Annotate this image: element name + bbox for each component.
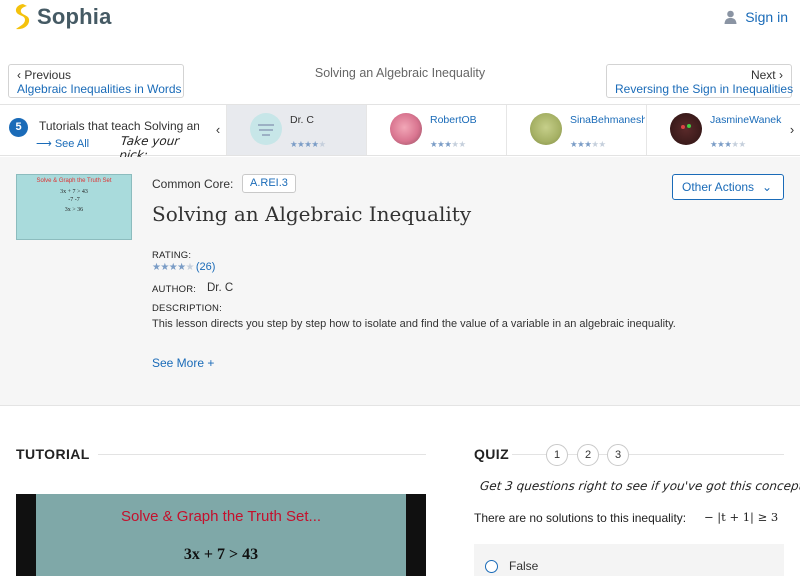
tutorials-text: Tutorials that teach Solving an Algebrai… <box>39 119 199 133</box>
lesson-title: Solving an Algebraic Inequality <box>152 202 472 226</box>
rating-count[interactable]: (26) <box>196 261 216 273</box>
quiz-question-1[interactable]: 1 <box>546 444 568 466</box>
sign-in-link[interactable]: Sign in <box>724 9 788 25</box>
chevron-right-icon: › <box>789 122 795 137</box>
see-all-label: See All <box>54 138 90 150</box>
rating-stars: ★★★★★ <box>152 261 194 273</box>
video-frame: Solve & Graph the Truth Set... 3x + 7 > … <box>36 494 406 576</box>
chevron-right-icon: › <box>779 68 783 82</box>
tutorial-card-jasminewanek[interactable]: JasmineWanek ★★★★★ <box>646 105 786 155</box>
thumbnail-equation-line: -7 -7 <box>68 197 80 203</box>
quiz-question-text: There are no solutions to this inequalit… <box>474 511 687 525</box>
video-equation: 3x + 7 > 43 <box>183 546 259 563</box>
tutorials-strip: 5 Tutorials that teach Solving an Algebr… <box>0 104 800 162</box>
thumbnail-equation-line: 3x > 36 <box>64 207 84 213</box>
next-tutorial-button[interactable]: Next › Reversing the Sign in Inequalitie… <box>606 64 793 98</box>
quiz-divider <box>512 454 546 455</box>
tutorial-divider <box>98 454 426 455</box>
previous-link[interactable]: Algebraic Inequalities in Words <box>17 82 182 96</box>
tutorial-heading: TUTORIAL <box>16 446 90 462</box>
common-core-badge[interactable]: A.REI.3 <box>242 174 296 193</box>
thumbnail-equation-line: 3x + 7 > 43 <box>60 189 88 195</box>
rating-label: RATING: <box>152 250 192 261</box>
quiz-question-2[interactable]: 2 <box>577 444 599 466</box>
sophia-logo-icon <box>15 4 30 30</box>
user-icon <box>724 10 737 24</box>
chevron-down-icon: ⌄ <box>761 180 772 194</box>
tutorial-count-badge: 5 <box>9 118 28 137</box>
tutorials-summary: 5 Tutorials that teach Solving an Algebr… <box>0 105 210 162</box>
answer-radio[interactable] <box>485 560 498 573</box>
chevron-left-icon: ‹ <box>215 122 221 137</box>
tutorial-thumbnail <box>390 113 422 145</box>
quiz-question-3[interactable]: 3 <box>607 444 629 466</box>
quiz-hint: Get 3 questions right to see if you've g… <box>479 479 800 493</box>
tutorial-author: RobertOB <box>430 114 477 126</box>
common-core-label: Common Core: <box>152 177 234 191</box>
previous-tutorial-button[interactable]: ‹ Previous Algebraic Inequalities in Wor… <box>8 64 184 98</box>
tutorial-rating: ★★★★★ <box>710 139 746 149</box>
other-actions-button[interactable]: Other Actions ⌄ <box>672 174 784 200</box>
author-label: AUTHOR: <box>152 284 197 295</box>
tutorial-card-robertob[interactable]: RobertOB ★★★★★ <box>366 105 506 155</box>
quiz-answer-option[interactable]: False <box>474 544 784 576</box>
tutorial-author: SinaBehmanesh <box>570 114 645 126</box>
thumbnail-title: Solve & Graph the Truth Set <box>36 178 112 184</box>
tutorial-thumbnail <box>670 113 702 145</box>
lesson-info-panel: Solve & Graph the Truth Set 3x + 7 > 43 … <box>0 157 800 406</box>
description-label: DESCRIPTION: <box>152 303 222 314</box>
rating: ★★★★★ (26) <box>152 261 215 273</box>
arrow-right-icon: ⟶ <box>36 138 52 150</box>
tutorial-card-sinabehmanesh[interactable]: SinaBehmanesh ★★★★★ <box>506 105 646 155</box>
lesson-thumbnail[interactable]: Solve & Graph the Truth Set 3x + 7 > 43 … <box>16 174 132 240</box>
tutorial-card-dr-c[interactable]: Dr. C ★★★★★ <box>226 105 366 155</box>
site-header: Sophia Sign in <box>0 0 800 56</box>
tutorial-rating: ★★★★★ <box>430 139 466 149</box>
other-actions-label: Other Actions <box>682 180 755 194</box>
tutorial-rating: ★★★★★ <box>290 139 326 149</box>
tutorial-video[interactable]: Solve & Graph the Truth Set... 3x + 7 > … <box>16 494 426 576</box>
quiz-divider <box>629 454 784 455</box>
previous-label: Previous <box>24 68 72 82</box>
quiz-connector <box>568 454 577 455</box>
quiz-heading: QUIZ <box>474 446 510 462</box>
answer-label: False <box>509 559 539 573</box>
tutorial-author: JasmineWanek <box>710 114 782 126</box>
video-title: Solve & Graph the Truth Set... <box>120 508 322 525</box>
scroll-left-button[interactable]: ‹ <box>210 105 226 155</box>
next-link[interactable]: Reversing the Sign in Inequalities <box>615 82 793 96</box>
quiz-question-math: − |t + 1| ≥ 3 <box>704 510 779 524</box>
description-text: This lesson directs you step by step how… <box>152 318 676 330</box>
brand-name: Sophia <box>37 4 112 29</box>
quiz-connector <box>599 454 607 455</box>
current-lesson-title: Solving an Algebraic Inequality <box>314 66 486 80</box>
scroll-right-button[interactable]: › <box>784 105 800 155</box>
tutorial-author: Dr. C <box>290 114 314 126</box>
author-name: Dr. C <box>207 282 234 294</box>
see-more-link[interactable]: See More + <box>152 356 214 370</box>
see-all-link[interactable]: ⟶ See All <box>36 137 89 150</box>
tutorial-thumbnail <box>250 113 282 145</box>
sophia-logo[interactable]: Sophia <box>12 3 112 31</box>
tutorial-rating: ★★★★★ <box>570 139 606 149</box>
tutorial-thumbnail <box>530 113 562 145</box>
sign-in-label: Sign in <box>745 9 788 25</box>
chevron-left-icon: ‹ <box>17 68 21 82</box>
next-label: Next <box>750 68 776 82</box>
